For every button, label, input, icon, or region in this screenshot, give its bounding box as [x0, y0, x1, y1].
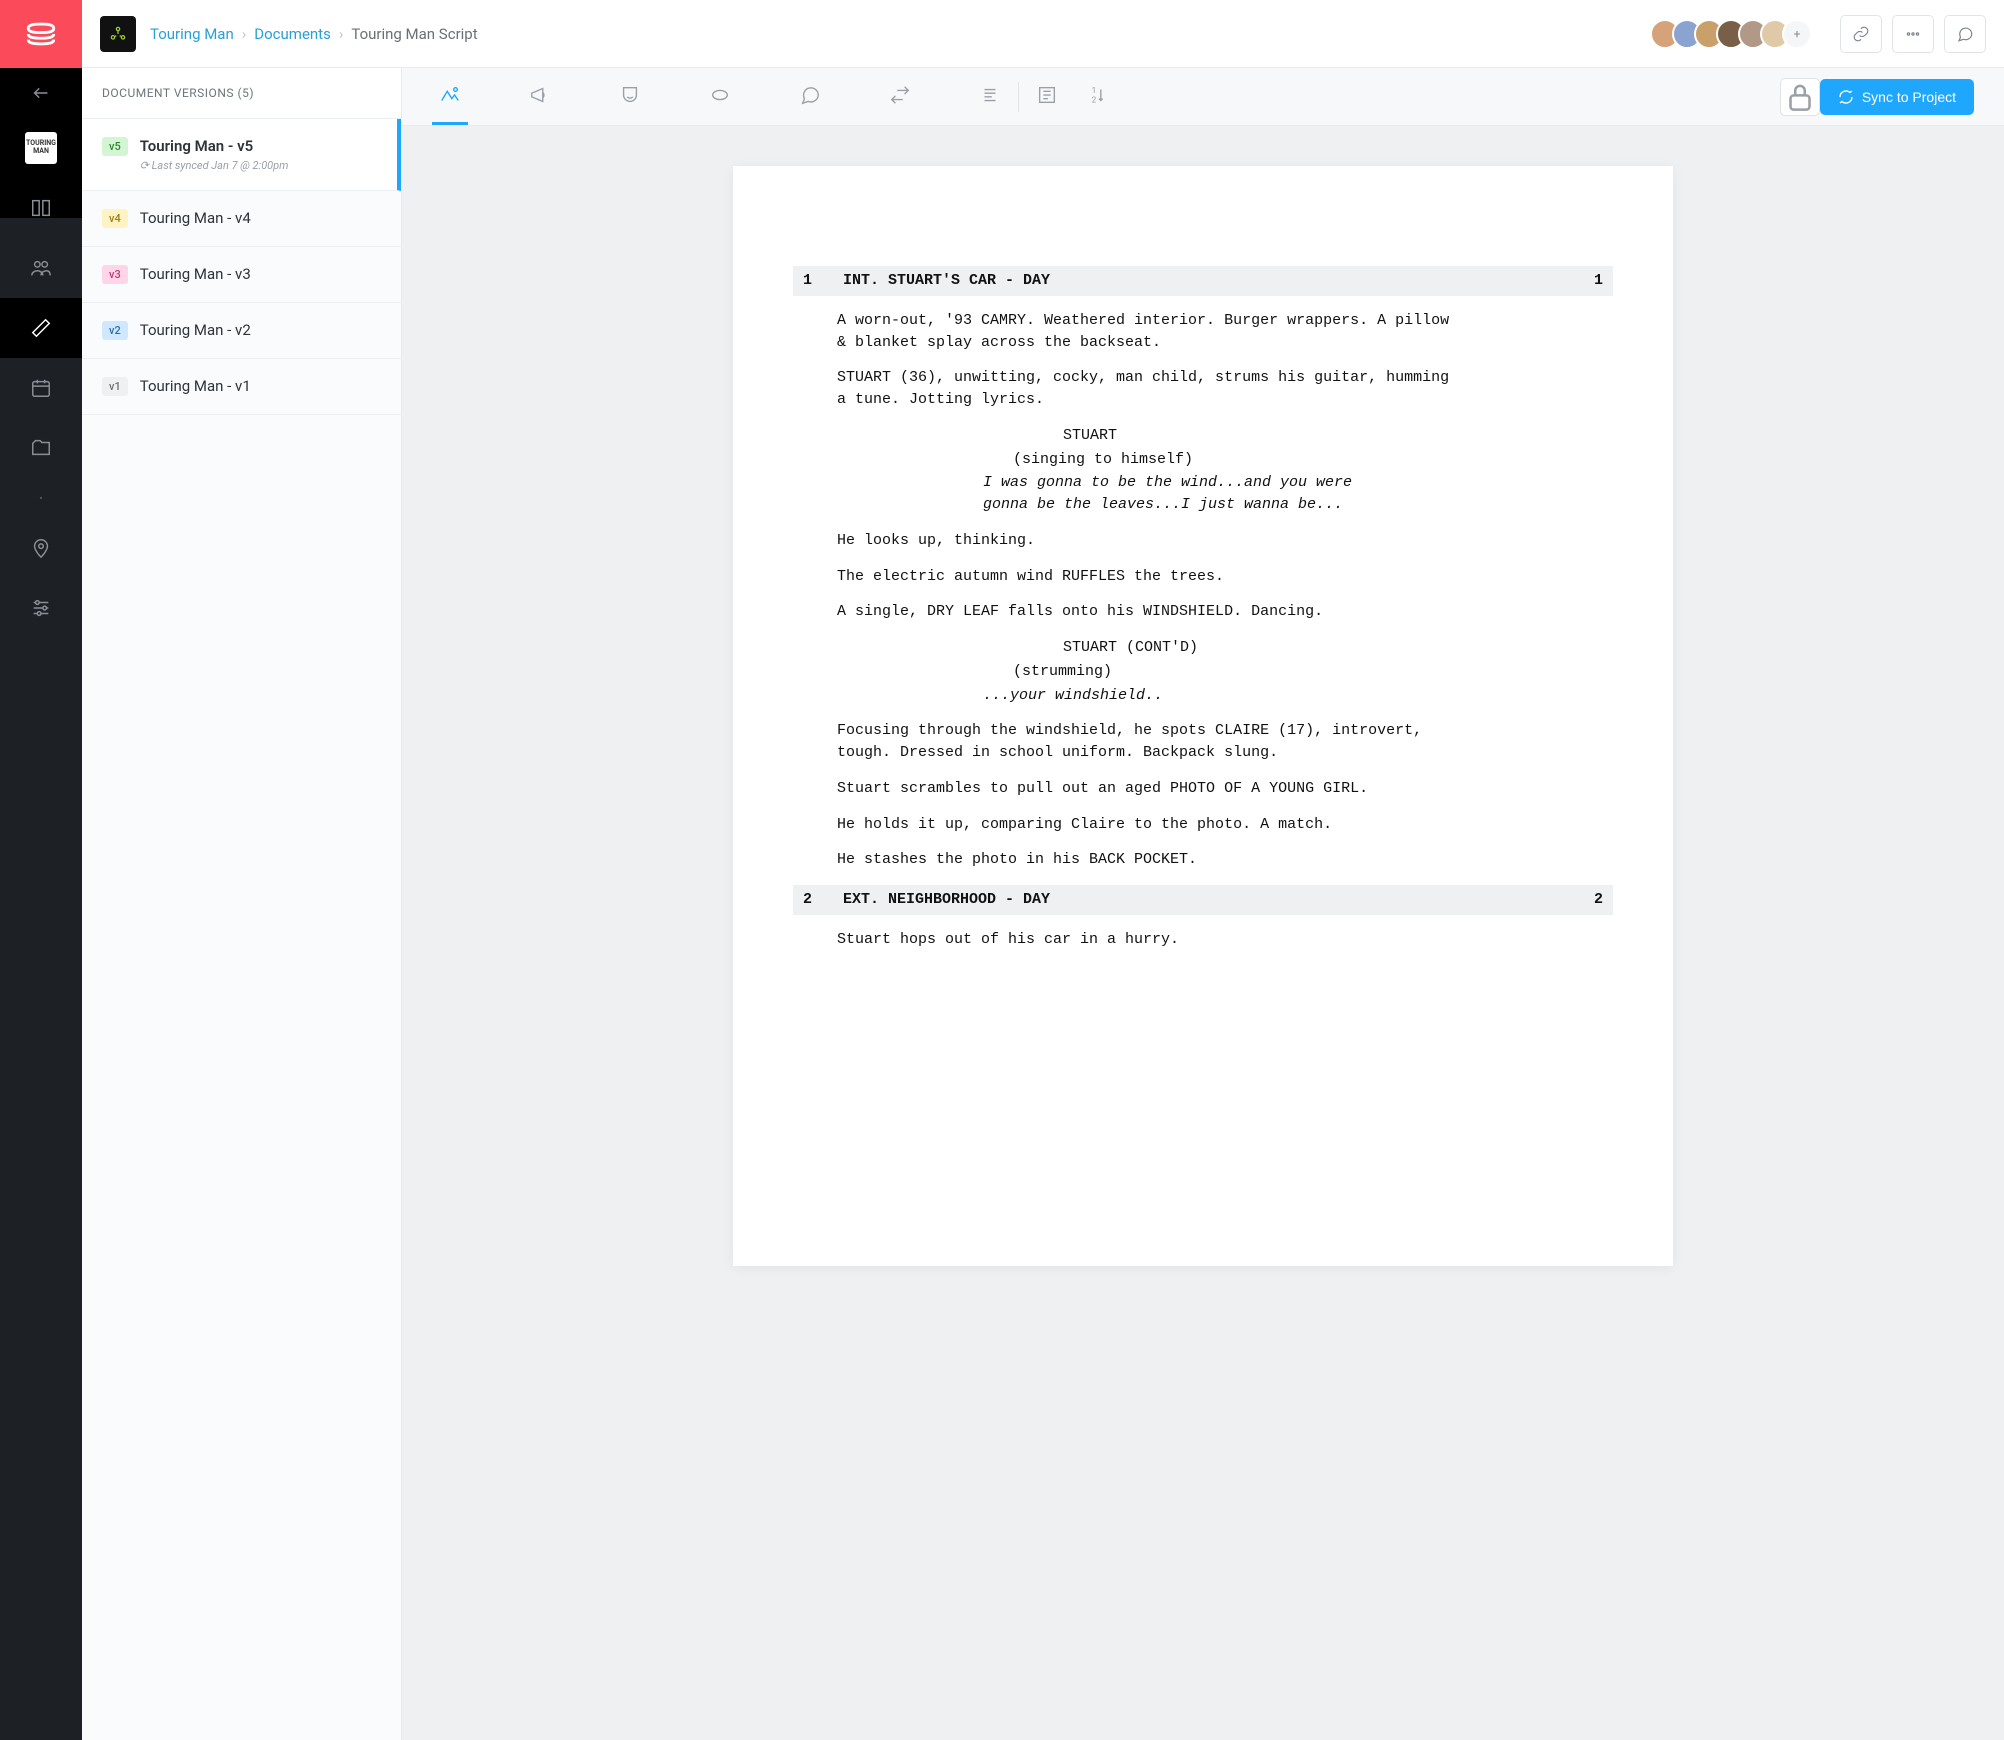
chevron-right-icon: ›	[242, 25, 247, 43]
editor-toolbar: 12 Sync to Project	[402, 68, 2004, 126]
nav-calendar[interactable]	[0, 358, 82, 418]
topbar: Touring Man › Documents › Touring Man Sc…	[82, 0, 2004, 68]
action-block[interactable]: He looks up, thinking.	[837, 530, 1457, 552]
back-button[interactable]	[0, 68, 82, 118]
tab-announce-icon[interactable]	[522, 69, 558, 125]
version-badge: v5	[102, 137, 128, 156]
collaborator-avatars[interactable]: +	[1658, 19, 1812, 49]
version-item[interactable]: v3 Touring Man - v3	[82, 247, 401, 303]
crumb-documents[interactable]: Documents	[254, 25, 331, 43]
scene-heading[interactable]: 2EXT. NEIGHBORHOOD - DAY2	[793, 885, 1613, 915]
numbering-icon[interactable]: 12	[1081, 69, 1117, 125]
nav-more-dot: ·	[0, 478, 82, 518]
version-item[interactable]: v5 Touring Man - v5 ⟳ Last synced Jan 7 @ …	[82, 119, 401, 191]
nav-location[interactable]	[0, 518, 82, 578]
version-title: Touring Man - v4	[140, 209, 251, 227]
version-title: Touring Man - v2	[140, 321, 251, 339]
tab-paragraph-icon[interactable]	[972, 69, 1008, 125]
action-block[interactable]: The electric autumn wind RUFFLES the tre…	[837, 566, 1457, 588]
version-title: Touring Man - v1	[140, 377, 251, 395]
nav-people[interactable]	[0, 238, 82, 298]
version-item[interactable]: v4 Touring Man - v4	[82, 191, 401, 247]
action-block[interactable]: A single, DRY LEAF falls onto his WINDSH…	[837, 601, 1457, 623]
version-item[interactable]: v1 Touring Man - v1	[82, 359, 401, 415]
script-canvas[interactable]: 1INT. STUART'S CAR - DAY1 A worn-out, '93…	[402, 126, 2004, 1740]
scene-heading[interactable]: 1INT. STUART'S CAR - DAY1	[793, 266, 1613, 296]
editor-area: 12 Sync to Project 1INT. STUART'S CAR - …	[402, 68, 2004, 1740]
project-tile[interactable]: TOURING MAN	[0, 118, 82, 178]
brand-logo[interactable]	[0, 0, 82, 68]
tab-transfer-icon[interactable]	[882, 69, 918, 125]
nav-files[interactable]	[0, 418, 82, 478]
nav-rail: TOURING MAN ·	[0, 218, 82, 1740]
notes-icon[interactable]	[1029, 69, 1065, 125]
project-thumb-label: TOURING MAN	[25, 132, 57, 164]
action-block[interactable]: Focusing through the windshield, he spot…	[837, 720, 1457, 764]
action-block[interactable]: Stuart scrambles to pull out an aged PHO…	[837, 778, 1457, 800]
project-icon[interactable]	[100, 16, 136, 52]
parenthetical[interactable]: (strumming)	[793, 661, 1613, 683]
action-block[interactable]: A worn-out, '93 CAMRY. Weathered interio…	[837, 310, 1457, 354]
nav-boards[interactable]	[0, 178, 82, 238]
versions-header: DOCUMENT VERSIONS (5)	[82, 68, 401, 119]
version-badge: v4	[102, 209, 128, 228]
nav-settings[interactable]	[0, 578, 82, 638]
nav-edit[interactable]	[0, 298, 82, 358]
share-link-button[interactable]	[1840, 15, 1882, 53]
tab-ellipse-icon[interactable]	[702, 69, 738, 125]
crumb-project[interactable]: Touring Man	[150, 25, 234, 43]
dialogue[interactable]: ...your windshield..	[793, 685, 1353, 707]
character-cue[interactable]: STUART	[793, 425, 1613, 447]
action-block[interactable]: He holds it up, comparing Claire to the …	[837, 814, 1457, 836]
more-button[interactable]	[1892, 15, 1934, 53]
dialogue[interactable]: I was gonna to be the wind...and you wer…	[793, 472, 1353, 516]
action-block[interactable]: STUART (36), unwitting, cocky, man child…	[837, 367, 1457, 411]
action-block[interactable]: He stashes the photo in his BACK POCKET.	[837, 849, 1457, 871]
breadcrumb: Touring Man › Documents › Touring Man Sc…	[150, 25, 478, 43]
svg-text:2: 2	[1092, 95, 1097, 105]
tab-scenes-icon[interactable]	[432, 69, 468, 125]
version-badge: v1	[102, 377, 128, 396]
parenthetical[interactable]: (singing to himself)	[793, 449, 1613, 471]
version-badge: v3	[102, 265, 128, 284]
action-block[interactable]: Stuart hops out of his car in a hurry.	[837, 929, 1457, 951]
character-cue[interactable]: STUART (CONT'D)	[793, 637, 1613, 659]
tab-comment-icon[interactable]	[792, 69, 828, 125]
sync-button-label: Sync to Project	[1862, 89, 1956, 105]
lock-button[interactable]	[1780, 78, 1820, 116]
comments-button[interactable]	[1944, 15, 1986, 53]
tab-character-icon[interactable]	[612, 69, 648, 125]
version-item[interactable]: v2 Touring Man - v2	[82, 303, 401, 359]
script-page: 1INT. STUART'S CAR - DAY1 A worn-out, '93…	[733, 166, 1673, 1266]
version-badge: v2	[102, 321, 128, 340]
versions-panel: DOCUMENT VERSIONS (5) v5 Touring Man - v5…	[82, 68, 402, 1740]
version-title: Touring Man - v3	[140, 265, 251, 283]
add-collaborator-button[interactable]: +	[1782, 19, 1812, 49]
chevron-right-icon: ›	[339, 25, 344, 43]
crumb-current: Touring Man Script	[351, 25, 477, 43]
version-subtitle: ⟳ Last synced Jan 7 @ 2:00pm	[140, 159, 289, 172]
version-title: Touring Man - v5	[140, 137, 289, 155]
sync-to-project-button[interactable]: Sync to Project	[1820, 79, 1974, 115]
